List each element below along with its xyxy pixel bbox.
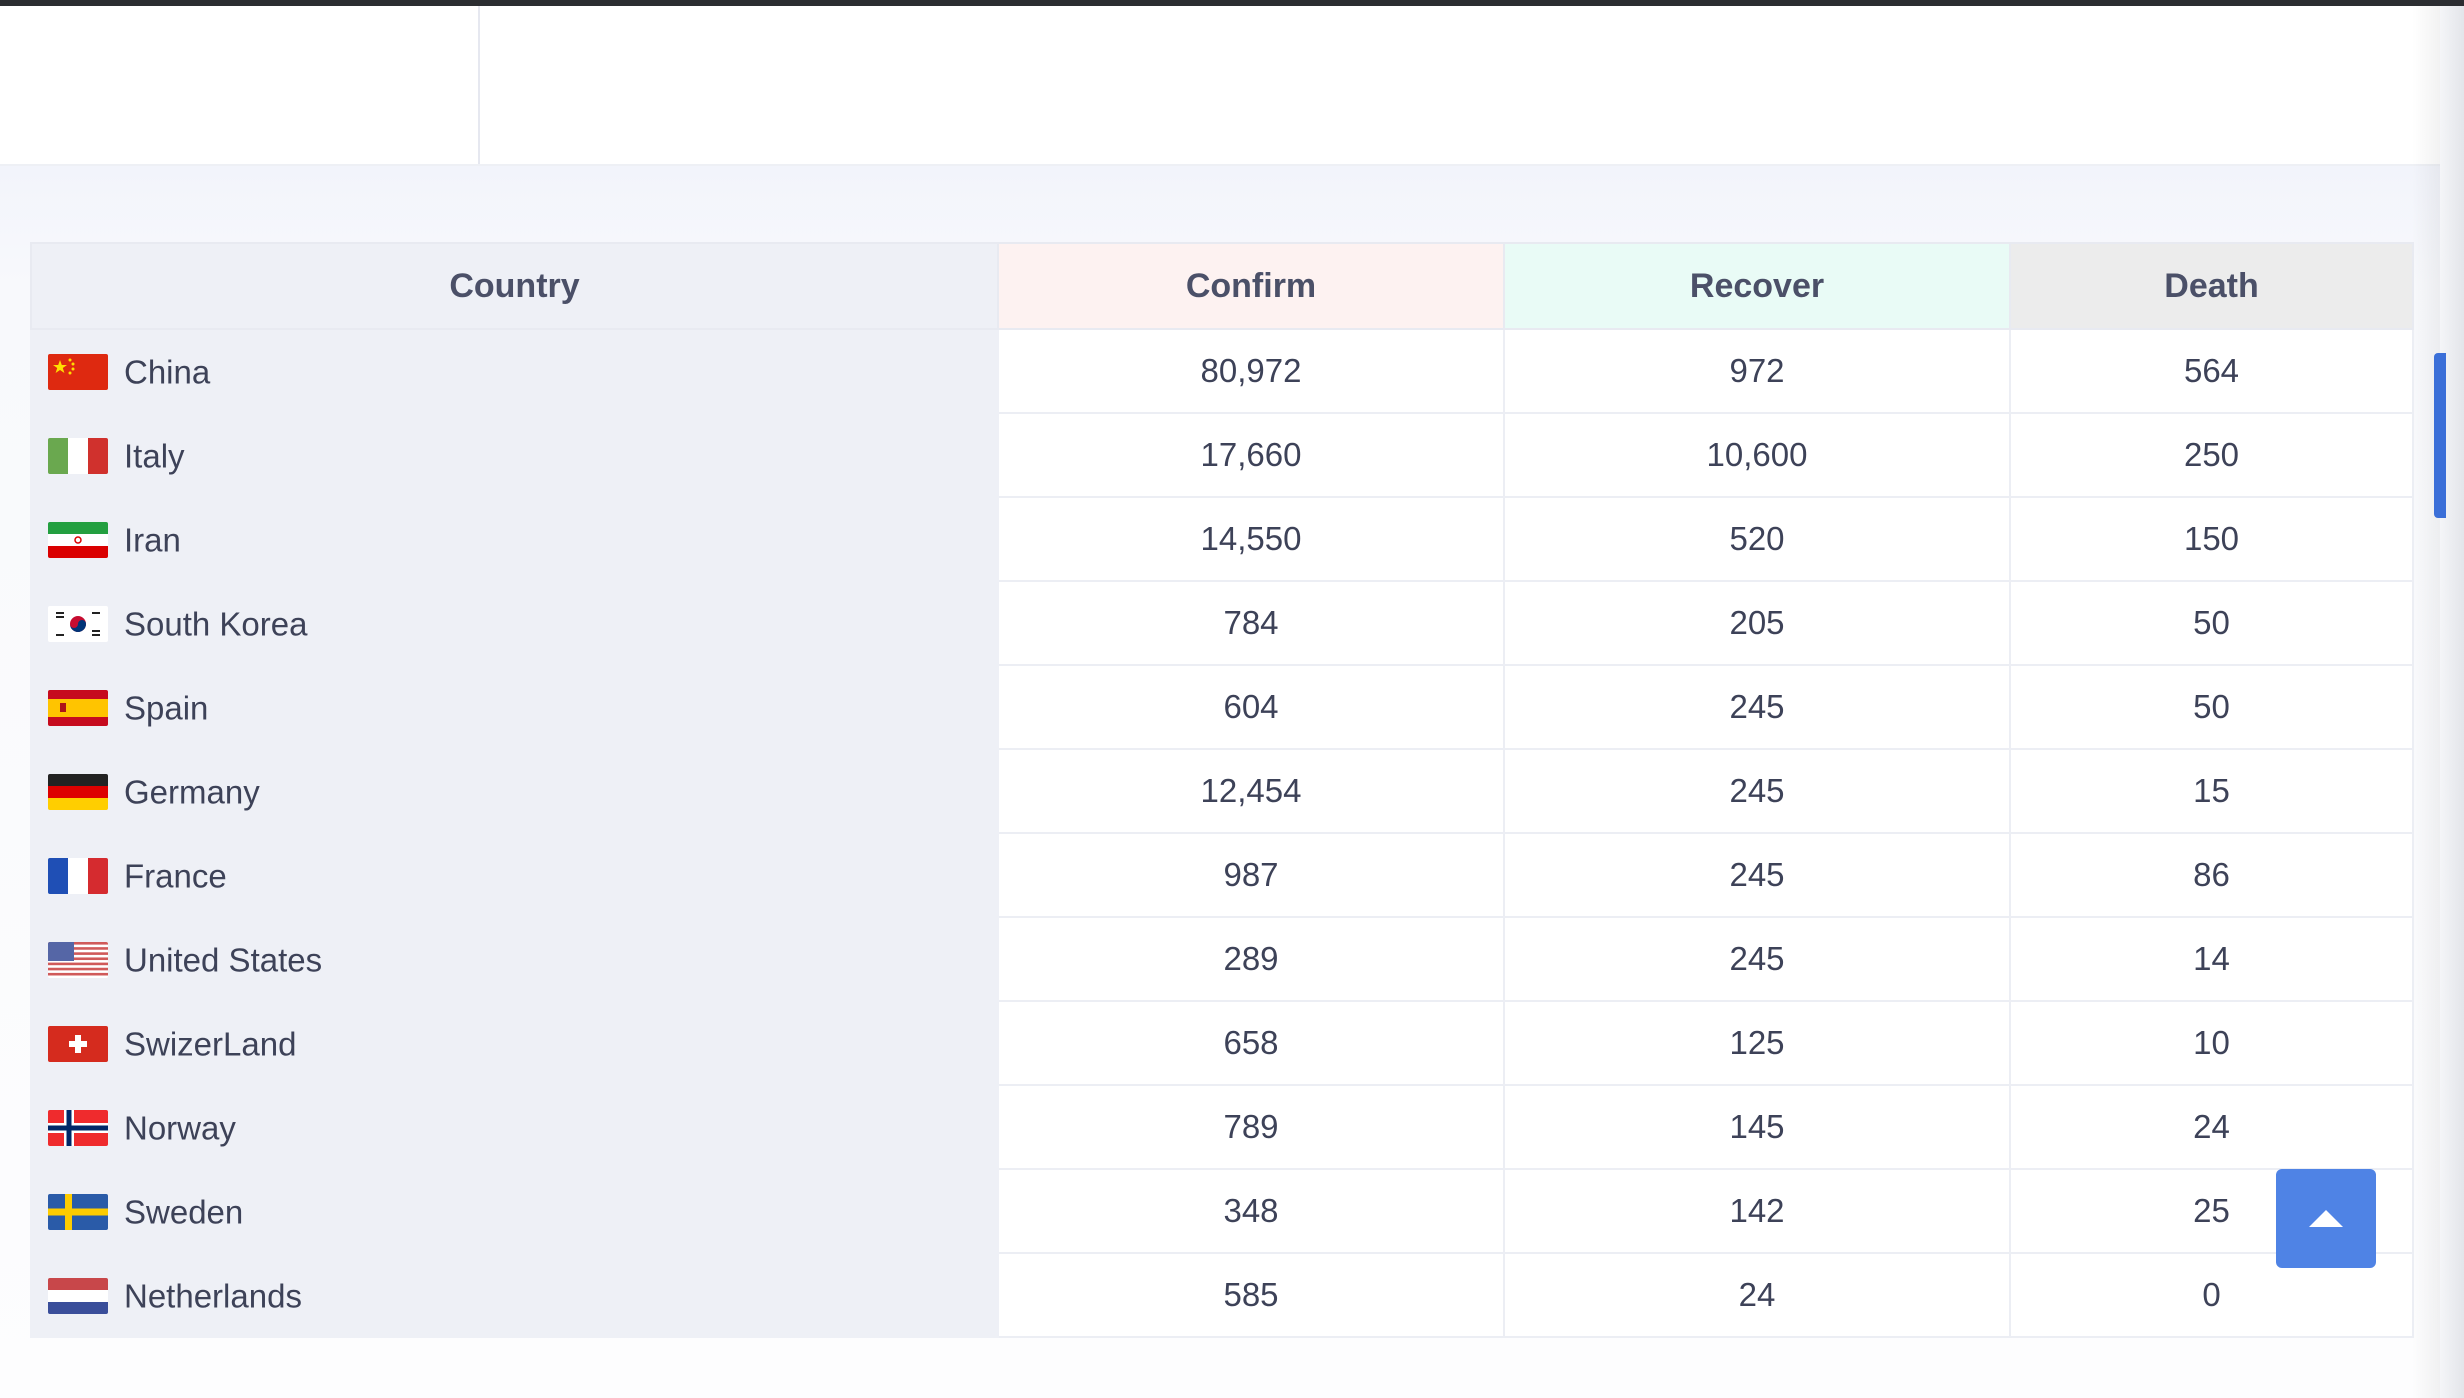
table-body: China 80,972 972 564 Italy 17,660 10,600 250 Ira… <box>30 328 2414 1338</box>
confirm-cell: 14,550 <box>997 496 1505 582</box>
death-cell: 50 <box>2009 664 2414 750</box>
death-cell: 564 <box>2009 328 2414 414</box>
country-cell: Netherlands <box>30 1252 999 1338</box>
scrollbar-thumb[interactable] <box>2434 353 2446 518</box>
top-panel <box>0 6 2440 166</box>
death-cell: 86 <box>2009 832 2414 918</box>
country-name: Norway <box>124 1109 236 1147</box>
country-cell: United States <box>30 916 999 1002</box>
recover-cell: 145 <box>1503 1084 2011 1170</box>
country-cell: China <box>30 328 999 414</box>
table-row[interactable]: Iran 14,550 520 150 <box>30 496 2414 582</box>
confirm-cell: 987 <box>997 832 1505 918</box>
recover-cell: 245 <box>1503 916 2011 1002</box>
death-cell: 50 <box>2009 580 2414 666</box>
recover-cell: 205 <box>1503 580 2011 666</box>
china-flag-icon <box>48 354 108 391</box>
sweden-flag-icon <box>48 1194 108 1231</box>
switzerland-flag-icon <box>48 1026 108 1063</box>
country-name: France <box>124 857 227 895</box>
table-row[interactable]: United States 289 245 14 <box>30 916 2414 1002</box>
iran-flag-icon <box>48 522 108 559</box>
norway-flag-icon <box>48 1110 108 1147</box>
death-cell: 250 <box>2009 412 2414 498</box>
confirm-cell: 784 <box>997 580 1505 666</box>
country-cell: SwizerLand <box>30 1000 999 1086</box>
country-cell: Germany <box>30 748 999 834</box>
recover-cell: 245 <box>1503 832 2011 918</box>
window-edge-shadow <box>2412 6 2440 1398</box>
germany-flag-icon <box>48 774 108 811</box>
recover-cell: 972 <box>1503 328 2011 414</box>
confirm-cell: 348 <box>997 1168 1505 1254</box>
death-cell: 24 <box>2009 1084 2414 1170</box>
table-row[interactable]: Germany 12,454 245 15 <box>30 748 2414 834</box>
country-name: Italy <box>124 437 185 475</box>
country-name: Germany <box>124 773 260 811</box>
confirm-cell: 789 <box>997 1084 1505 1170</box>
table-row[interactable]: Sweden 348 142 25 <box>30 1168 2414 1254</box>
recover-cell: 24 <box>1503 1252 2011 1338</box>
country-name: China <box>124 353 211 391</box>
arrow-up-icon <box>2309 1210 2343 1227</box>
country-cell: Sweden <box>30 1168 999 1254</box>
country-cell: South Korea <box>30 580 999 666</box>
recover-cell: 245 <box>1503 748 2011 834</box>
page-scrollbar[interactable] <box>2440 6 2464 1398</box>
death-cell: 150 <box>2009 496 2414 582</box>
table-row[interactable]: Norway 789 145 24 <box>30 1084 2414 1170</box>
recover-cell: 520 <box>1503 496 2011 582</box>
death-cell: 10 <box>2009 1000 2414 1086</box>
table-row[interactable]: Italy 17,660 10,600 250 <box>30 412 2414 498</box>
country-cell: Norway <box>30 1084 999 1170</box>
confirm-cell: 289 <box>997 916 1505 1002</box>
death-column-header[interactable]: Death <box>2009 242 2414 330</box>
recover-cell: 245 <box>1503 664 2011 750</box>
table-row[interactable]: Spain 604 245 50 <box>30 664 2414 750</box>
south-korea-flag-icon <box>48 606 108 643</box>
country-name: Spain <box>124 689 209 727</box>
death-cell: 14 <box>2009 916 2414 1002</box>
country-name: South Korea <box>124 605 308 643</box>
country-name: Sweden <box>124 1193 244 1231</box>
table-row[interactable]: China 80,972 972 564 <box>30 328 2414 414</box>
recover-cell: 125 <box>1503 1000 2011 1086</box>
confirm-column-header[interactable]: Confirm <box>997 242 1505 330</box>
confirm-cell: 17,660 <box>997 412 1505 498</box>
country-column-header[interactable]: Country <box>30 242 999 330</box>
recover-cell: 142 <box>1503 1168 2011 1254</box>
country-cell: France <box>30 832 999 918</box>
country-name: United States <box>124 941 323 979</box>
country-cell: Spain <box>30 664 999 750</box>
death-cell: 15 <box>2009 748 2414 834</box>
country-cell: Italy <box>30 412 999 498</box>
spain-flag-icon <box>48 690 108 727</box>
united-states-flag-icon <box>48 942 108 979</box>
recover-column-header[interactable]: Recover <box>1503 242 2011 330</box>
table-header-row: Country Confirm Recover Death <box>30 242 2414 330</box>
table-row[interactable]: South Korea 784 205 50 <box>30 580 2414 666</box>
netherlands-flag-icon <box>48 1278 108 1315</box>
confirm-cell: 80,972 <box>997 328 1505 414</box>
confirm-cell: 658 <box>997 1000 1505 1086</box>
recover-cell: 10,600 <box>1503 412 2011 498</box>
confirm-cell: 604 <box>997 664 1505 750</box>
table-row[interactable]: France 987 245 86 <box>30 832 2414 918</box>
confirm-cell: 585 <box>997 1252 1505 1338</box>
country-name: Iran <box>124 521 181 559</box>
country-name: SwizerLand <box>124 1025 297 1063</box>
country-cell: Iran <box>30 496 999 582</box>
scroll-to-top-button[interactable] <box>2276 1169 2376 1268</box>
table-row[interactable]: Netherlands 585 24 0 <box>30 1252 2414 1338</box>
italy-flag-icon <box>48 438 108 475</box>
country-name: Netherlands <box>124 1277 302 1315</box>
country-stats-table: Country Confirm Recover Death China 80,97… <box>30 242 2414 1338</box>
table-row[interactable]: SwizerLand 658 125 10 <box>30 1000 2414 1086</box>
sidebar-panel <box>0 6 480 164</box>
france-flag-icon <box>48 858 108 895</box>
confirm-cell: 12,454 <box>997 748 1505 834</box>
